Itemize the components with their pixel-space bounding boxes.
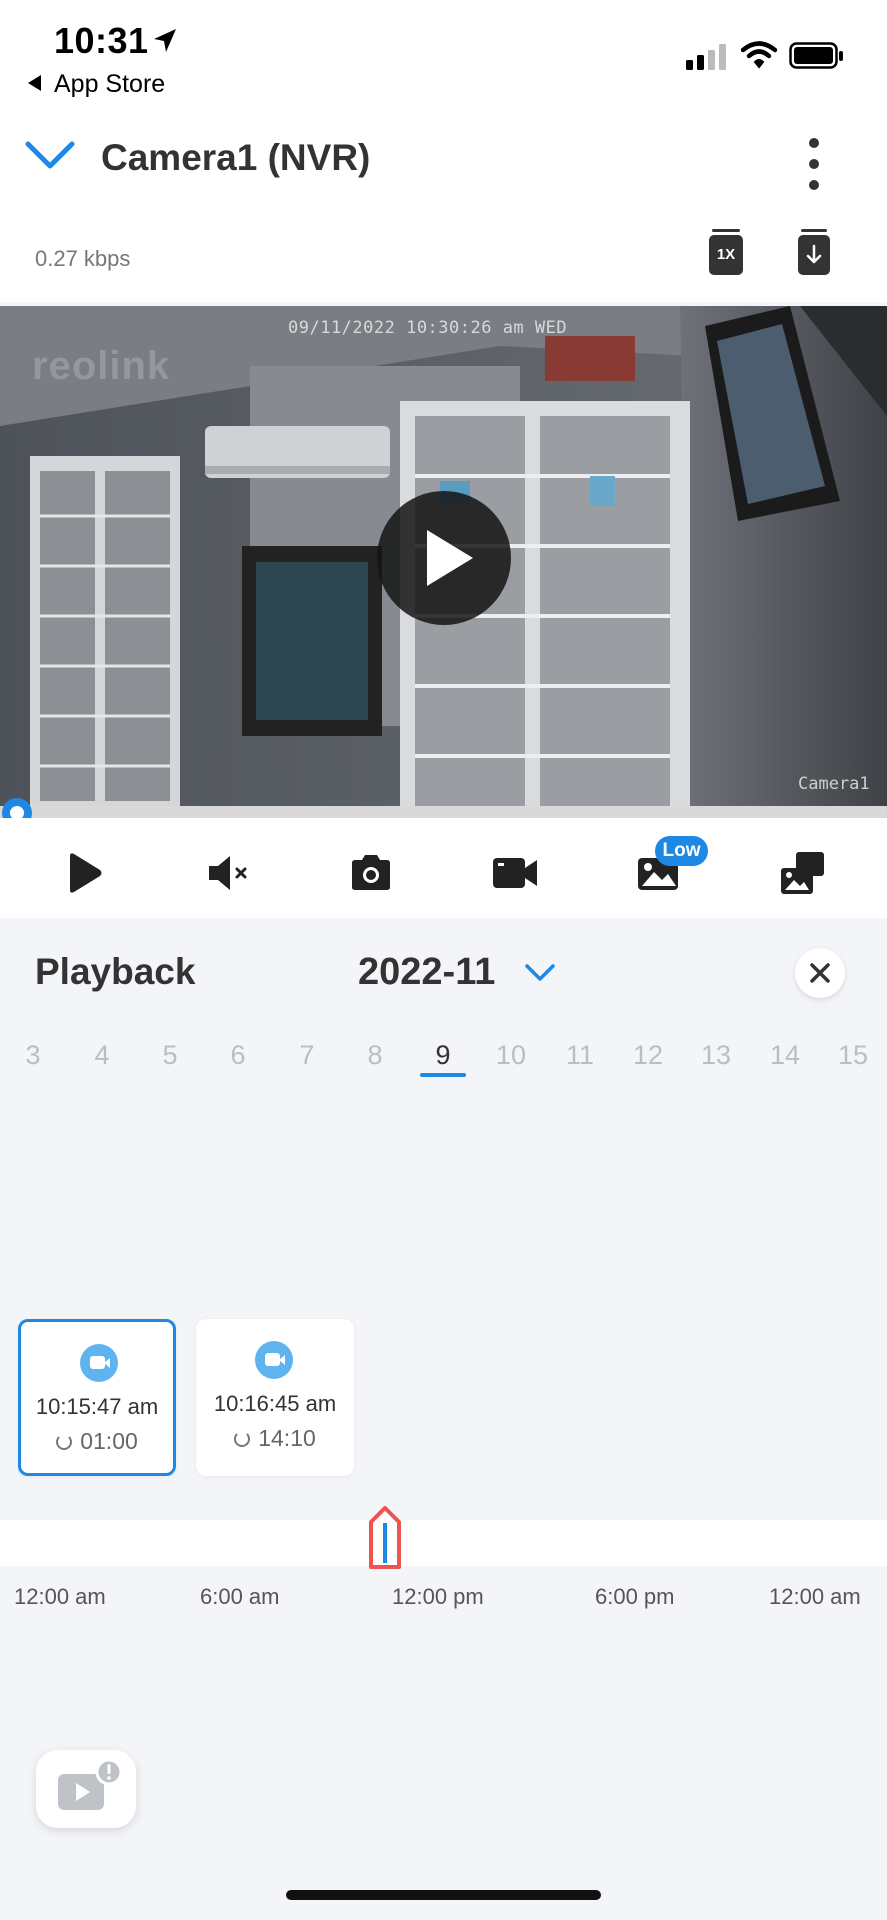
recording-duration: 01:00	[21, 1428, 173, 1455]
day-item-selected[interactable]: 9	[413, 1040, 473, 1071]
more-options-icon[interactable]	[800, 136, 828, 192]
reolink-watermark: reolink	[32, 344, 171, 388]
timeline-label: 12:00 pm	[392, 1584, 484, 1609]
home-indicator	[286, 1890, 601, 1900]
day-item[interactable]: 8	[345, 1040, 405, 1071]
camera-label: Camera1	[798, 774, 870, 794]
snapshot-camera-icon[interactable]	[346, 848, 396, 898]
timeline-label: 12:00 am	[769, 1584, 861, 1609]
bitrate-text: 0.27 kbps	[35, 246, 131, 271]
day-item[interactable]: 12	[618, 1040, 678, 1071]
play-overlay-button[interactable]	[377, 491, 511, 625]
day-item[interactable]: 4	[72, 1040, 132, 1071]
day-item[interactable]: 13	[686, 1040, 746, 1071]
recording-card[interactable]: 10:15:47 am 01:00	[18, 1319, 176, 1476]
back-arrow-icon[interactable]	[28, 75, 41, 91]
video-alert-icon	[58, 1758, 123, 1810]
close-icon	[810, 963, 830, 983]
camera-title: Camera1 (NVR)	[101, 137, 371, 178]
status-time: 10:31	[54, 20, 149, 61]
chevron-down-icon[interactable]	[524, 962, 556, 984]
month-selector[interactable]: 2022-11	[358, 951, 495, 994]
recording-duration-value: 01:00	[80, 1428, 138, 1454]
recording-start-time: 10:15:47 am	[35, 1394, 159, 1419]
timeline-label: 6:00 pm	[595, 1584, 675, 1609]
day-item[interactable]: 14	[755, 1040, 815, 1071]
video-alert-button[interactable]	[36, 1750, 136, 1828]
day-item[interactable]: 11	[550, 1040, 610, 1071]
download-button[interactable]	[798, 229, 830, 275]
recording-duration-value: 14:10	[258, 1425, 316, 1451]
duration-icon	[234, 1431, 251, 1447]
close-playback-button[interactable]	[795, 948, 845, 998]
playback-title: Playback	[35, 951, 196, 992]
day-item[interactable]: 3	[3, 1040, 63, 1071]
download-icon	[806, 244, 822, 264]
fullscreen-gallery-icon[interactable]	[778, 848, 828, 898]
wifi-icon	[741, 41, 777, 69]
mute-icon[interactable]	[205, 848, 255, 898]
video-timestamp: 09/11/2022 10:30:26 am WED	[288, 318, 568, 338]
signal-icon	[686, 44, 726, 70]
recording-start-time: 10:16:45 am	[213, 1391, 337, 1416]
playback-progress-bar[interactable]	[0, 806, 887, 818]
status-bar: 10:31 App Store	[0, 0, 887, 112]
duration-icon	[56, 1434, 73, 1450]
timeline-label: 12:00 am	[14, 1584, 106, 1609]
day-item[interactable]: 6	[208, 1040, 268, 1071]
battery-icon	[789, 42, 843, 69]
timeline-position-marker[interactable]	[365, 1505, 405, 1571]
play-icon[interactable]	[60, 848, 110, 898]
video-clip-icon	[80, 1344, 118, 1382]
recording-card[interactable]: 10:16:45 am 14:10	[196, 1319, 354, 1476]
video-player[interactable]: 09/11/2022 10:30:26 am WED reolink Camer…	[0, 306, 887, 806]
day-item[interactable]: 5	[140, 1040, 200, 1071]
video-clip-icon	[255, 1341, 293, 1379]
selected-day-indicator	[420, 1073, 466, 1077]
day-item[interactable]: 15	[823, 1040, 883, 1071]
recording-duration: 14:10	[196, 1425, 354, 1452]
chevron-down-icon[interactable]	[24, 138, 76, 172]
record-video-icon[interactable]	[490, 848, 540, 898]
day-item[interactable]: 10	[481, 1040, 541, 1071]
quality-badge: Low	[655, 836, 708, 866]
location-arrow-icon	[154, 29, 176, 52]
camera-header: Camera1 (NVR) 0.27 kbps 1X	[0, 112, 887, 302]
day-item[interactable]: 7	[277, 1040, 337, 1071]
timeline-label: 6:00 am	[200, 1584, 280, 1609]
back-to-app-store[interactable]: App Store	[54, 70, 165, 99]
player-controls	[0, 818, 887, 918]
timeline-track[interactable]	[0, 1520, 887, 1566]
playback-speed-button[interactable]: 1X	[709, 229, 743, 275]
